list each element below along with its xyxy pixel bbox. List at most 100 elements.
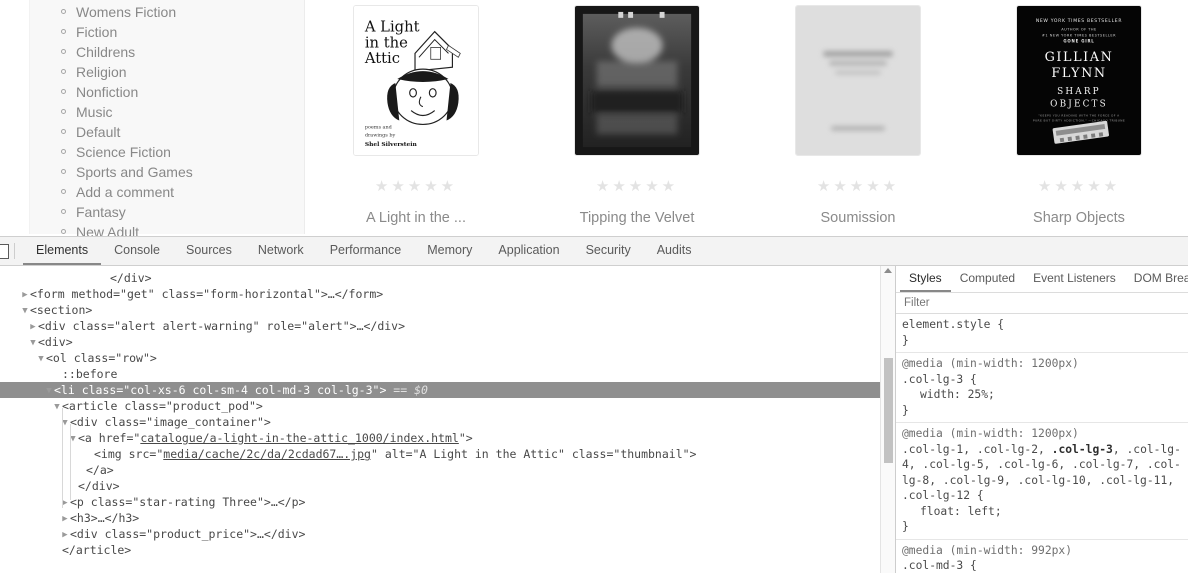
chevron-right-icon[interactable] — [20, 287, 30, 303]
css-selector[interactable]: element.style { — [902, 317, 1182, 333]
chevron-down-icon[interactable] — [20, 303, 30, 319]
devtools-tab-audits[interactable]: Audits — [644, 237, 705, 265]
dom-node-row[interactable]: </div> — [0, 478, 895, 494]
scroll-up-arrow-icon[interactable] — [884, 268, 892, 273]
styles-tab-event-listeners[interactable]: Event Listeners — [1024, 266, 1125, 292]
dom-tree-panel[interactable]: </div><form method="get" class="form-hor… — [0, 266, 896, 573]
dom-node-row[interactable]: <form method="get" class="form-horizonta… — [0, 286, 895, 302]
dom-token-attr: class — [81, 383, 117, 397]
bullet-icon — [61, 69, 66, 74]
product-title-link[interactable]: Sharp Objects — [969, 208, 1188, 228]
chevron-down-icon[interactable] — [28, 335, 38, 351]
dom-tree-scrollbar[interactable] — [880, 266, 895, 573]
product-thumbnail[interactable]: A Light in the Attic poems and drawings … — [353, 5, 479, 156]
css-selector[interactable]: .col-lg-3 { — [902, 372, 1182, 388]
dom-node-row[interactable]: <div class="product_price">…</div> — [0, 526, 895, 542]
dom-node-row[interactable]: <div> — [0, 334, 895, 350]
product-thumbnail[interactable] — [574, 5, 700, 156]
devtools-tab-performance[interactable]: Performance — [317, 237, 415, 265]
css-rule-close-brace: } — [902, 403, 909, 417]
category-item-label: Fiction — [76, 24, 118, 40]
svg-text:A Light: A Light — [364, 19, 420, 36]
css-rule-block[interactable]: @media (min-width: 1200px) .col-lg-3 {wid… — [896, 353, 1188, 423]
styles-filter-bar[interactable] — [896, 293, 1188, 314]
category-item[interactable]: Womens Fiction — [30, 2, 304, 22]
chevron-right-icon[interactable] — [60, 511, 70, 527]
category-sidebar: Womens Fiction Fiction Childrens Religion No… — [29, 0, 305, 236]
chevron-down-icon[interactable] — [44, 383, 54, 399]
dom-node-row[interactable]: </article> — [0, 542, 895, 558]
category-item[interactable]: Music — [30, 102, 304, 122]
dom-token-tag: </a> — [86, 463, 114, 477]
css-rule-block[interactable]: element.style {} — [896, 314, 1188, 353]
product-thumbnail[interactable]: NEW YORK TIMES BESTSELLER AUTHOR OF THE … — [1016, 5, 1142, 156]
product-card[interactable]: NEW YORK TIMES BESTSELLER AUTHOR OF THE … — [969, 0, 1188, 236]
category-item[interactable]: Sports and Games — [30, 162, 304, 182]
devtools-tab-bar: Elements Console Sources Network Performance… — [15, 237, 704, 265]
dom-node-row[interactable]: <ol class="row"> — [0, 350, 895, 366]
dom-token-link[interactable]: media/cache/2c/da/2cdad67….jpg — [163, 447, 371, 461]
dom-node-row[interactable]: <div class="image_container"> — [0, 414, 895, 430]
dom-node-row[interactable]: <p class="star-rating Three">…</p> — [0, 494, 895, 510]
dom-node-row[interactable]: <article class="product_pod"> — [0, 398, 895, 414]
devtools-tab-console[interactable]: Console — [101, 237, 173, 265]
dom-node-row[interactable]: ::before — [0, 366, 895, 382]
devtools-tab-security[interactable]: Security — [573, 237, 644, 265]
dom-node-row[interactable]: <a href="catalogue/a-light-in-the-attic_… — [0, 430, 895, 446]
dom-node-row[interactable]: </a> — [0, 462, 895, 478]
product-card[interactable]: A Light in the Attic poems and drawings … — [306, 0, 526, 236]
svg-text:NEW YORK TIMES BESTSELLER: NEW YORK TIMES BESTSELLER — [1036, 18, 1122, 24]
product-title-link[interactable]: Tipping the Velvet — [527, 208, 747, 228]
styles-tab-dom-brea[interactable]: DOM Brea — [1125, 266, 1188, 292]
css-rule-block[interactable]: @media (min-width: 1200px) .col-lg-1, .co… — [896, 423, 1188, 540]
dom-token-attr: class — [104, 415, 140, 429]
dom-node-row[interactable]: <h3>…</h3> — [0, 510, 895, 526]
devtools-tab-sources[interactable]: Sources — [173, 237, 245, 265]
category-item[interactable]: Religion — [30, 62, 304, 82]
dom-token-link[interactable]: catalogue/a-light-in-the-attic_1000/inde… — [140, 431, 459, 445]
inspect-element-icon[interactable] — [0, 237, 14, 265]
category-item[interactable]: Nonfiction — [30, 82, 304, 102]
tree-guide-line — [62, 408, 63, 508]
css-declaration[interactable]: width: 25%; — [902, 387, 1182, 403]
category-item[interactable]: Default — [30, 122, 304, 142]
dom-node-row-selected[interactable]: <li class="col-xs-6 col-sm-4 col-md-3 co… — [0, 382, 895, 398]
dom-node-row[interactable]: <section> — [0, 302, 895, 318]
dom-token-tag: <div — [70, 527, 105, 541]
category-item[interactable]: New Adult — [30, 222, 304, 236]
chevron-down-icon[interactable] — [36, 351, 46, 367]
bullet-icon — [61, 229, 66, 234]
category-item[interactable]: Childrens — [30, 42, 304, 62]
dom-node-row[interactable]: <img src="media/cache/2c/da/2cdad67….jpg… — [0, 446, 895, 462]
product-title-link[interactable]: A Light in the ... — [306, 208, 526, 228]
css-selector[interactable]: .col-md-3 { — [902, 558, 1182, 573]
css-rule-block[interactable]: @media (min-width: 992px).col-md-3 {widt… — [896, 540, 1188, 573]
dom-node-row[interactable]: <div class="alert alert-warning" role="a… — [0, 318, 895, 334]
product-thumbnail[interactable] — [795, 5, 921, 156]
styles-tab-styles[interactable]: Styles — [900, 266, 951, 292]
css-declaration[interactable]: float: left; — [902, 504, 1182, 520]
dom-token-tag: " — [252, 319, 267, 333]
product-card[interactable]: ★★★★★ Soumission — [748, 0, 968, 236]
product-title-link[interactable]: Soumission — [748, 208, 968, 228]
dom-token-tag: " — [147, 287, 162, 301]
styles-filter-input[interactable] — [902, 296, 1182, 310]
devtools-tab-application[interactable]: Application — [485, 237, 572, 265]
chevron-right-icon[interactable] — [28, 319, 38, 335]
devtools-tab-network[interactable]: Network — [245, 237, 317, 265]
category-item[interactable]: Fiction — [30, 22, 304, 42]
category-item[interactable]: Fantasy — [30, 202, 304, 222]
dom-tree[interactable]: </div><form method="get" class="form-hor… — [0, 266, 895, 558]
css-selector[interactable]: .col-lg-1, .col-lg-2, .col-lg-3, .col-lg… — [902, 442, 1182, 504]
devtools-tab-memory[interactable]: Memory — [414, 237, 485, 265]
dom-token-tag: "> — [256, 415, 271, 429]
chevron-right-icon[interactable] — [60, 527, 70, 543]
devtools-tab-elements[interactable]: Elements — [23, 237, 102, 265]
styles-tab-computed[interactable]: Computed — [951, 266, 1024, 292]
scrollbar-thumb[interactable] — [884, 358, 893, 463]
category-item[interactable]: Science Fiction — [30, 142, 304, 162]
category-item[interactable]: Add a comment — [30, 182, 304, 202]
dom-node-row[interactable]: </div> — [0, 270, 895, 286]
chevron-down-icon[interactable] — [52, 399, 62, 415]
product-card[interactable]: ★★★★★ Tipping the Velvet — [527, 0, 747, 236]
